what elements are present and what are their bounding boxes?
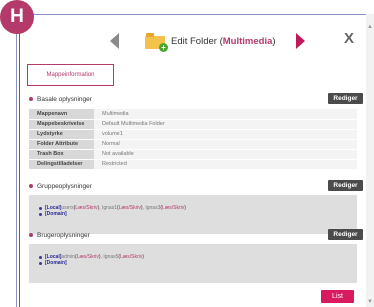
member-name: Ignas5 [103,254,119,260]
basic-info-table: Mappenavn Multimedia Mappebeskrivelse Defa… [29,109,357,170]
list-bullet-icon [39,261,42,265]
table-row: Folder Attribute Normal [29,139,357,150]
table-row: Mappebeskrivelse Default Multimedia Folde… [29,119,357,130]
list-item: [Domain] [39,260,347,266]
row-value: Restricted [94,159,357,170]
section-bullet-icon [29,184,33,188]
row-value: Normal [94,139,357,150]
section-bullet-icon [29,233,33,237]
scope-domain: [Domain] [45,260,67,266]
h-badge: H [0,0,34,34]
row-key: Mappenavn [29,109,94,120]
user-info-title: Brugeroplysninger [37,231,90,239]
row-key: Folder Attribute [29,139,94,150]
member-permission: Læs/Skriv [162,205,185,211]
list-bullet-icon [39,206,42,210]
row-key: Lydstyrke [29,129,94,140]
title-prefix: Edit Folder ( [171,35,223,47]
row-value: Multimedia [94,109,357,120]
basic-info-title: Basale oplysninger [37,95,92,103]
basic-info-header: Basale oplysninger Rediger [29,93,369,105]
table-row: Delingstilladelser Restricted [29,159,357,170]
basic-info-edit-button[interactable]: Rediger [328,93,363,104]
member-permission: Læs/Skriv [120,254,143,260]
close-icon[interactable]: X [344,30,354,47]
scroll-down-icon[interactable]: ▼ [367,299,373,305]
row-key: Trash Box [29,149,94,160]
title-suffix: ) [272,35,276,47]
title-folder-name: Multimedia [222,35,273,47]
group-info-title: Gruppeoplysninger [37,182,92,190]
user-info-header: Brugeroplysninger Rediger [29,229,369,241]
row-value: Default Multimedia Folder [94,119,357,130]
list-bullet-icon [39,212,42,216]
member-name: Ignas1 [101,205,117,211]
row-value: Not available [94,149,357,160]
group-info-edit-button[interactable]: Rediger [328,180,363,191]
member-permission: Læs/Skriv [76,254,99,260]
dialog-titlebar: + Edit Folder (Multimedia) [110,30,305,52]
user-info-edit-button[interactable]: Rediger [328,229,363,240]
h-badge-letter: H [10,6,24,27]
row-value: volume1 [94,129,357,140]
group-info-header: Gruppeoplysninger Rediger [29,180,369,192]
table-row: Mappenavn Multimedia [29,109,357,120]
row-key: Mappebeskrivelse [29,119,94,130]
table-row: Trash Box Not available [29,149,357,160]
list-button[interactable]: List [321,290,354,303]
table-row: Lydstyrke volume1 [29,129,357,140]
row-key: Delingstilladelser [29,159,94,170]
tab-mappeinformation[interactable]: Mappeinformation [27,64,114,86]
user-members-box: [Local]admin(Læs/Skriv), Ignas5(Læs/Skri… [29,244,357,283]
member-permission: Læs/Skriv [118,205,141,211]
dialog-title: Edit Folder (Multimedia) [171,36,276,47]
list-item: [Domain] [39,211,347,217]
section-bullet-icon [29,97,33,101]
window-frame-left [16,14,17,307]
member-permission: Læs/Skriv [75,205,98,211]
scrollbar[interactable]: ▲ ▼ [366,14,374,307]
folder-add-icon: + [145,33,168,52]
list-bullet-icon [39,255,42,259]
scope-domain: [Domain] [45,211,67,217]
window-frame-top [16,14,374,15]
member-name: Ignas3 [145,205,161,211]
window-frame-left-accent [19,14,20,307]
next-arrow-icon[interactable] [295,33,305,49]
previous-arrow-icon[interactable] [110,33,119,49]
scroll-up-icon[interactable]: ▲ [367,24,373,30]
